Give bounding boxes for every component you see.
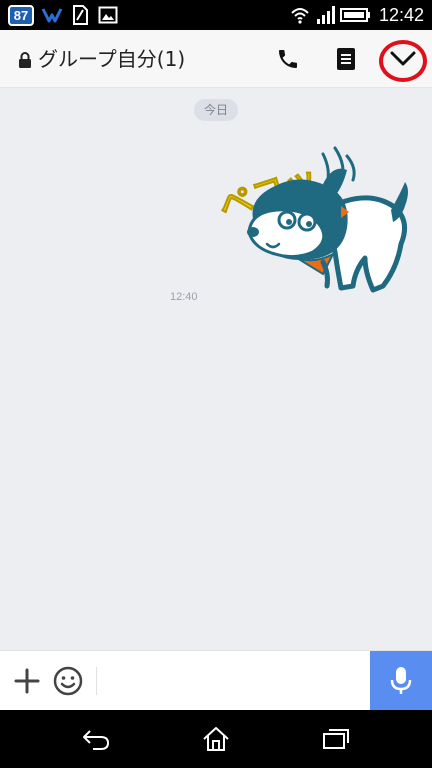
phone-icon bbox=[279, 50, 297, 68]
back-icon bbox=[83, 730, 110, 750]
mic-icon bbox=[390, 667, 412, 694]
call-button[interactable] bbox=[272, 43, 304, 75]
home-button[interactable] bbox=[194, 724, 238, 754]
back-button[interactable] bbox=[74, 724, 118, 754]
lock-icon bbox=[19, 52, 31, 68]
message-input-bar bbox=[0, 650, 432, 711]
chat-message-area[interactable]: 今日 ペコッ 12:40 bbox=[0, 88, 432, 650]
message-timestamp: 12:40 bbox=[170, 291, 198, 303]
recent-apps-button[interactable] bbox=[314, 724, 358, 754]
clock: 12:42 bbox=[378, 5, 424, 25]
highlight-circle bbox=[379, 40, 427, 82]
chat-header: グループ自分(1) bbox=[0, 30, 432, 88]
message-input[interactable] bbox=[104, 661, 362, 701]
home-icon bbox=[203, 727, 229, 751]
input-divider bbox=[96, 667, 97, 695]
emoji-icon[interactable] bbox=[52, 665, 84, 697]
system-navigation-bar bbox=[0, 710, 432, 768]
notification-count-badge: 87 bbox=[8, 5, 34, 26]
signal-icon bbox=[317, 6, 335, 24]
line-notification-icon bbox=[41, 8, 63, 23]
voice-message-button[interactable] bbox=[370, 651, 432, 711]
image-icon bbox=[98, 6, 118, 24]
sim-icon bbox=[73, 5, 88, 25]
notes-icon bbox=[337, 48, 355, 70]
date-separator: 今日 bbox=[194, 99, 238, 121]
battery-icon bbox=[340, 8, 370, 22]
recents-icon bbox=[323, 729, 349, 749]
chat-room-title[interactable]: グループ自分(1) bbox=[38, 46, 185, 72]
motion-line-icon bbox=[345, 154, 356, 182]
status-bar: 87 12:42 bbox=[0, 0, 432, 30]
notes-button[interactable] bbox=[330, 43, 362, 75]
plus-icon[interactable] bbox=[12, 666, 42, 696]
wifi-icon bbox=[291, 8, 309, 24]
sticker-message[interactable]: ペコッ bbox=[215, 140, 415, 304]
